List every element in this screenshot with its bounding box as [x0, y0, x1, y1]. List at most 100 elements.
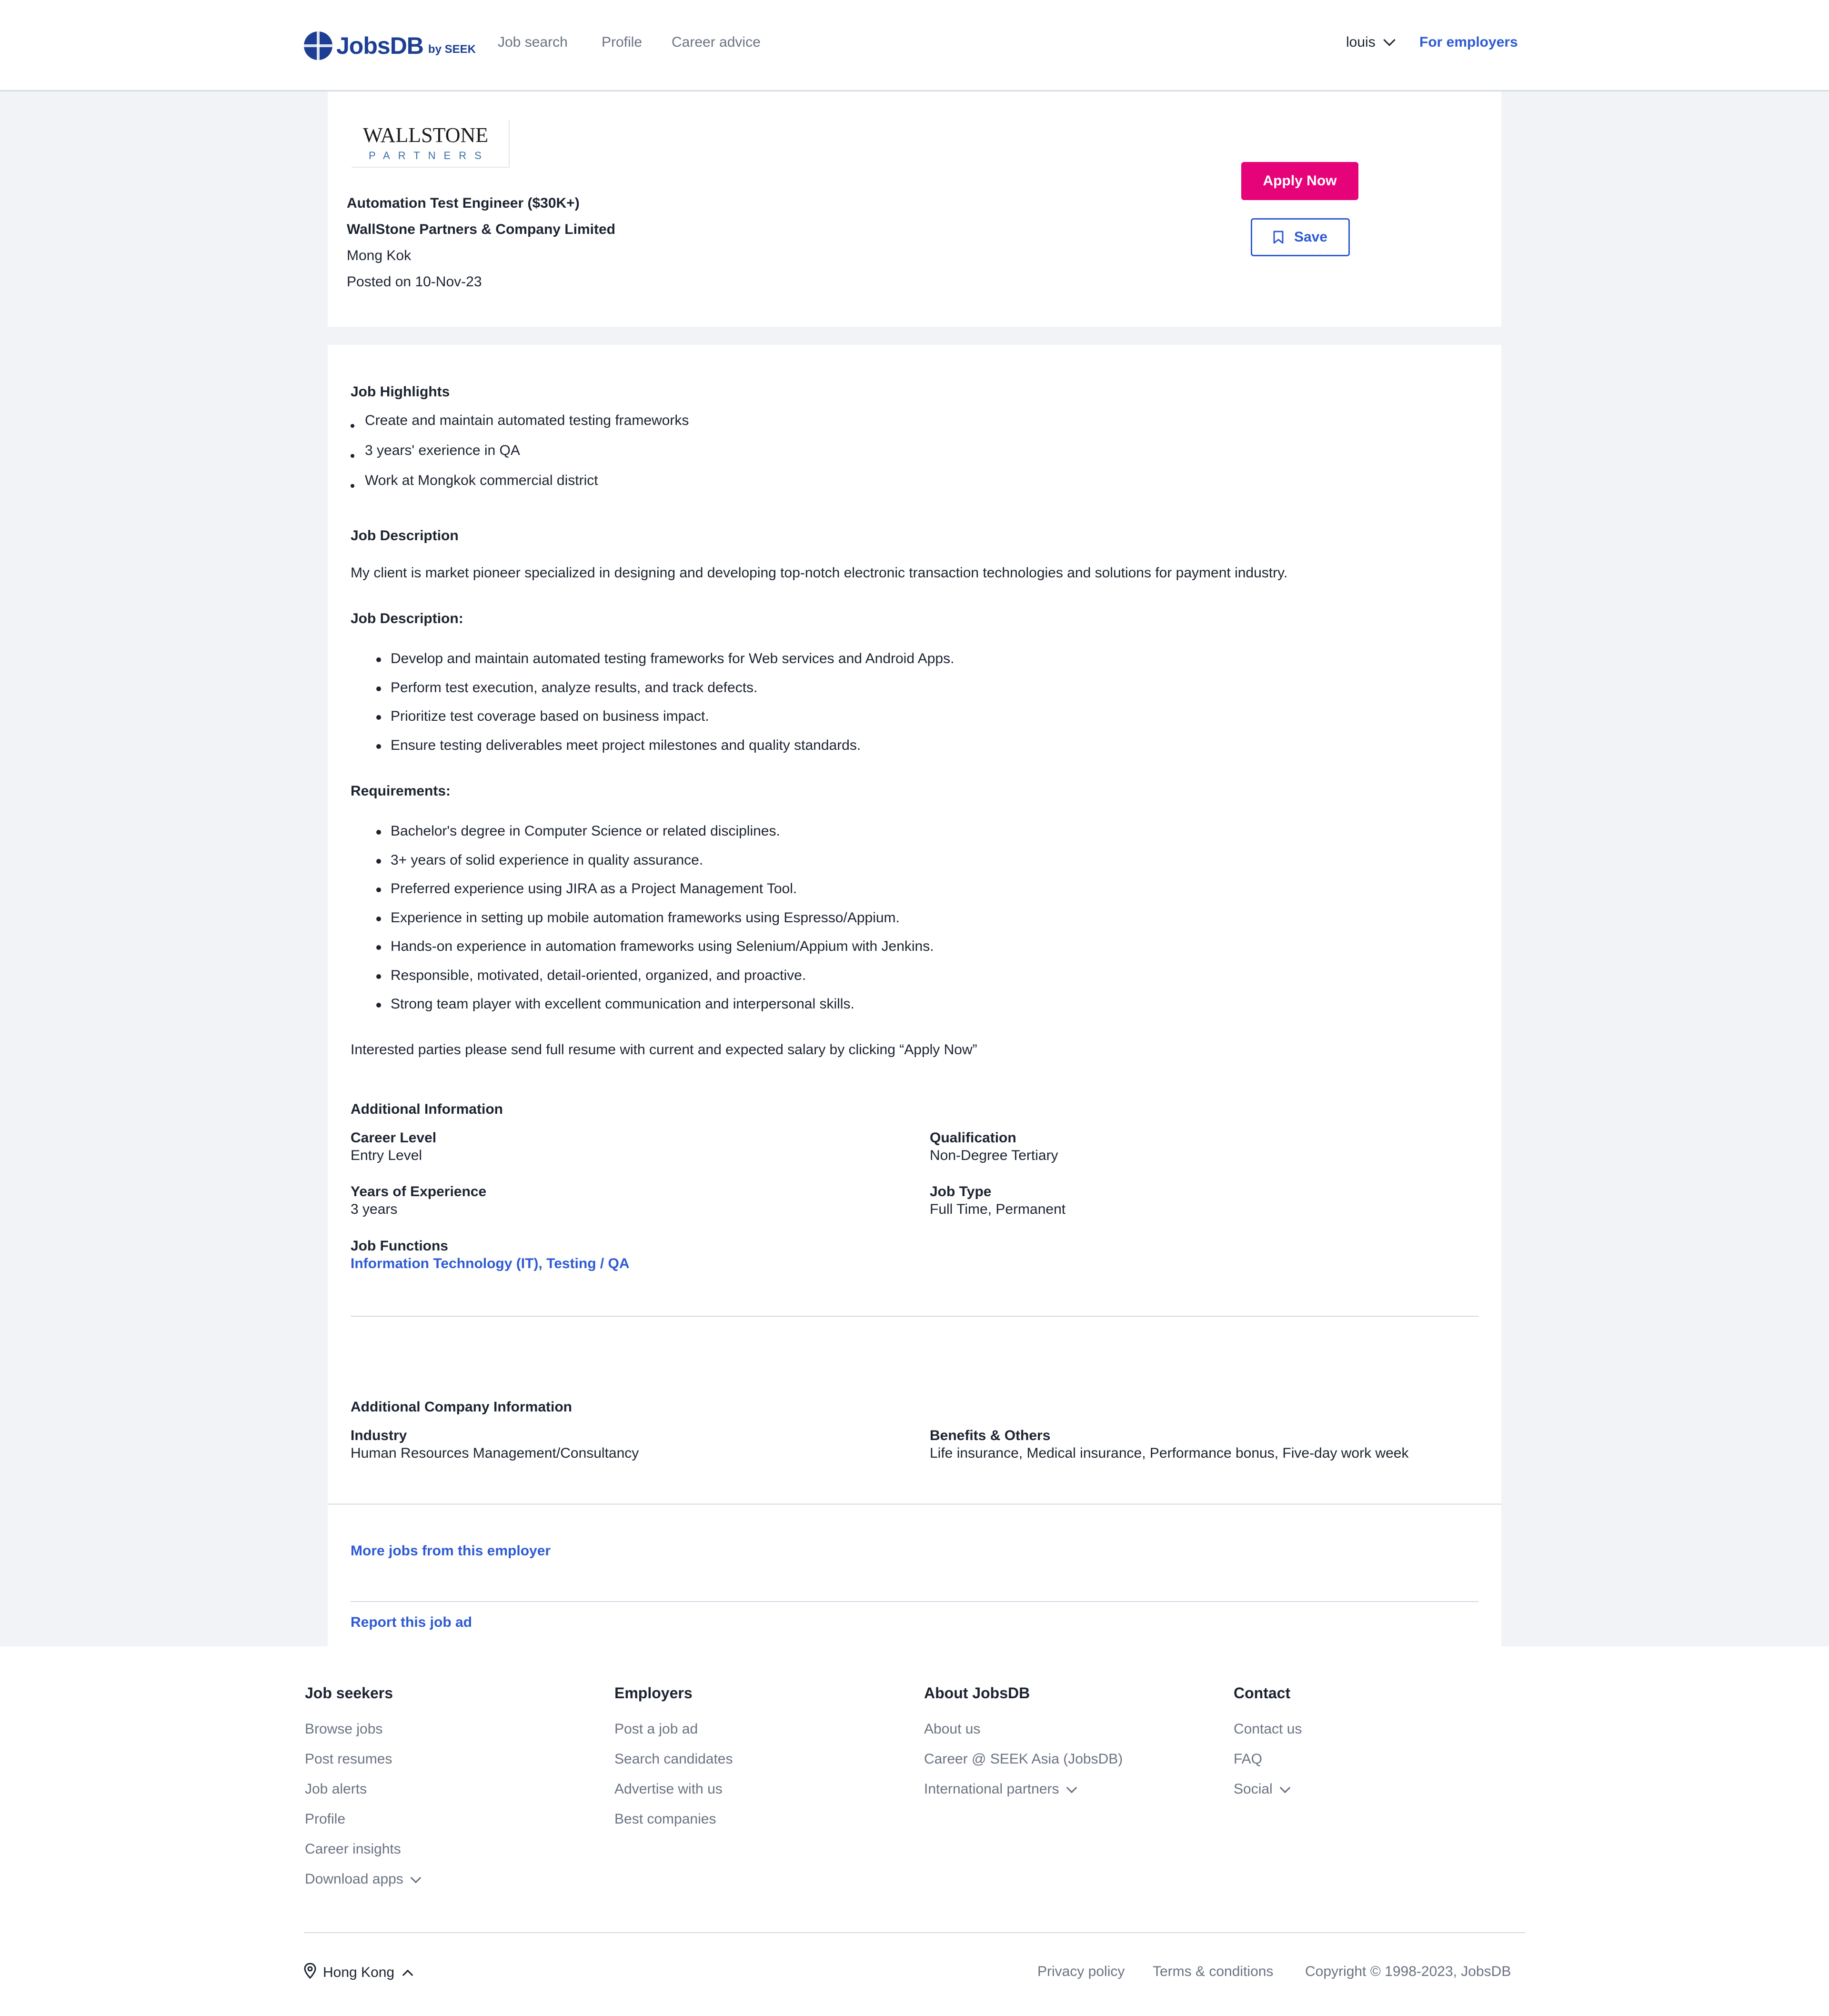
copyright-text: Copyright © 1998-2023, JobsDB [1305, 1964, 1511, 1979]
posted-date: Posted on 10-Nov-23 [347, 274, 482, 290]
footer-col-job-seekers: Job seekers Browse jobs Post resumes Job… [305, 1684, 422, 1901]
site-footer: Job seekers Browse jobs Post resumes Job… [0, 1646, 1829, 2016]
footer-heading: About JobsDB [924, 1684, 1030, 1702]
duty-item: Ensure testing deliverables meet project… [376, 737, 861, 754]
terms-link[interactable]: Terms & conditions [1153, 1964, 1273, 1980]
brand-sub: by SEEK [428, 43, 476, 56]
brand-name: JobsDB [336, 32, 424, 59]
privacy-policy-link[interactable]: Privacy policy [1037, 1964, 1125, 1980]
requirements-heading: Requirements: [351, 783, 451, 799]
job-type-value: Full Time, Permanent [930, 1201, 1066, 1217]
location-pin-icon [304, 1963, 316, 1983]
job-title: Automation Test Engineer ($30K+) [347, 195, 580, 211]
nav-career-advice[interactable]: Career advice [672, 34, 761, 50]
for-employers-link[interactable]: For employers [1419, 34, 1518, 50]
experience-label: Years of Experience [351, 1184, 487, 1200]
benefits-value: Life insurance, Medical insurance, Perfo… [930, 1445, 1409, 1461]
footer-link-search-candidates[interactable]: Search candidates [614, 1751, 733, 1781]
qualification-label: Qualification [930, 1130, 1016, 1146]
footer-link-career-insights[interactable]: Career insights [305, 1841, 420, 1871]
highlight-item: Create and maintain automated testing fr… [351, 413, 689, 429]
site-header: JobsDB by SEEK Job search Profile Career… [0, 0, 1829, 91]
region-selector[interactable]: Hong Kong [304, 1963, 413, 1983]
jobsdb-logo[interactable]: JobsDB by SEEK [304, 30, 476, 61]
chevron-down-icon [410, 1872, 422, 1884]
requirement-item: Strong team player with excellent commun… [376, 996, 854, 1012]
qualification-value: Non-Degree Tertiary [930, 1148, 1058, 1163]
nav-profile[interactable]: Profile [602, 34, 642, 50]
footer-link-best-companies[interactable]: Best companies [614, 1811, 733, 1841]
footer-divider [304, 1932, 1525, 1933]
footer-heading: Job seekers [305, 1684, 393, 1702]
chevron-up-icon [402, 1969, 413, 1981]
footer-link-faq[interactable]: FAQ [1234, 1751, 1302, 1781]
more-jobs-link[interactable]: More jobs from this employer [351, 1543, 551, 1559]
footer-link-contact-us[interactable]: Contact us [1234, 1721, 1302, 1751]
requirement-item: 3+ years of solid experience in quality … [376, 852, 703, 868]
description-intro: My client is market pioneer specialized … [351, 565, 1288, 581]
chevron-down-icon [1066, 1782, 1077, 1794]
company-logo: WALLSTONE PARTNERS [352, 120, 510, 168]
company-name: WallStone Partners & Company Limited [347, 222, 615, 237]
footer-link-post-job[interactable]: Post a job ad [614, 1721, 733, 1751]
career-level-value: Entry Level [351, 1148, 422, 1163]
footer-heading: Contact [1234, 1684, 1291, 1702]
footer-link-browse-jobs[interactable]: Browse jobs [305, 1721, 420, 1751]
duty-item: Prioritize test coverage based on busine… [376, 708, 709, 725]
career-level-label: Career Level [351, 1130, 437, 1146]
job-header-card: WALLSTONE PARTNERS Automation Test Engin… [328, 91, 1501, 327]
section-divider [351, 1601, 1478, 1602]
footer-link-international[interactable]: International partners [924, 1781, 1123, 1811]
closing-text: Interested parties please send full resu… [351, 1042, 977, 1058]
footer-link-download-apps[interactable]: Download apps [305, 1871, 422, 1901]
duty-item: Perform test execution, analyze results,… [376, 680, 757, 696]
report-job-link[interactable]: Report this job ad [351, 1614, 472, 1631]
industry-value: Human Resources Management/Consultancy [351, 1445, 639, 1461]
job-detail-card: Job Highlights Create and maintain autom… [328, 345, 1501, 1646]
highlight-item: Work at Mongkok commercial district [351, 473, 598, 489]
chevron-down-icon [1383, 34, 1396, 46]
function-separator: , [538, 1256, 547, 1271]
save-button[interactable]: Save [1251, 218, 1350, 256]
globe-icon [304, 31, 332, 60]
duty-item: Develop and maintain automated testing f… [376, 651, 954, 667]
section-divider [351, 1316, 1478, 1317]
company-info-heading: Additional Company Information [351, 1399, 572, 1415]
footer-link-job-alerts[interactable]: Job alerts [305, 1781, 420, 1811]
apply-now-button[interactable]: Apply Now [1241, 162, 1358, 200]
duties-heading: Job Description: [351, 611, 463, 626]
card-divider [328, 1503, 1501, 1505]
footer-col-contact: Contact Contact us FAQ Social [1234, 1684, 1302, 1811]
footer-link-advertise[interactable]: Advertise with us [614, 1781, 733, 1811]
requirement-item: Preferred experience using JIRA as a Pro… [376, 881, 797, 897]
region-label: Hong Kong [323, 1965, 395, 1980]
requirement-item: Experience in setting up mobile automati… [376, 910, 900, 926]
user-name: louis [1346, 34, 1376, 50]
additional-info-heading: Additional Information [351, 1101, 503, 1117]
description-heading: Job Description [351, 528, 459, 544]
footer-link-profile[interactable]: Profile [305, 1811, 420, 1841]
job-functions-value: Information Technology (IT), Testing / Q… [351, 1256, 630, 1272]
footer-col-about: About JobsDB About us Career @ SEEK Asia… [924, 1684, 1123, 1811]
chevron-down-icon [1279, 1782, 1291, 1794]
highlights-heading: Job Highlights [351, 384, 450, 400]
function-link-testing[interactable]: Testing / QA [546, 1256, 629, 1271]
job-type-label: Job Type [930, 1184, 992, 1200]
requirement-item: Bachelor's degree in Computer Science or… [376, 823, 780, 839]
job-functions-label: Job Functions [351, 1238, 448, 1254]
industry-label: Industry [351, 1428, 407, 1443]
function-link-it[interactable]: Information Technology (IT) [351, 1256, 538, 1271]
nav-job-search[interactable]: Job search [498, 34, 568, 50]
benefits-label: Benefits & Others [930, 1428, 1051, 1443]
footer-link-social[interactable]: Social [1234, 1781, 1302, 1811]
job-location: Mong Kok [347, 248, 412, 263]
highlight-item: 3 years' exerience in QA [351, 443, 520, 459]
requirement-item: Responsible, motivated, detail-oriented,… [376, 968, 806, 984]
footer-link-post-resumes[interactable]: Post resumes [305, 1751, 420, 1781]
footer-col-employers: Employers Post a job ad Search candidate… [614, 1684, 733, 1841]
save-label: Save [1294, 229, 1328, 245]
footer-link-career-seek[interactable]: Career @ SEEK Asia (JobsDB) [924, 1751, 1123, 1781]
requirement-item: Hands-on experience in automation framew… [376, 938, 934, 955]
footer-link-about-us[interactable]: About us [924, 1721, 1123, 1751]
user-menu[interactable]: louis [1346, 34, 1396, 50]
